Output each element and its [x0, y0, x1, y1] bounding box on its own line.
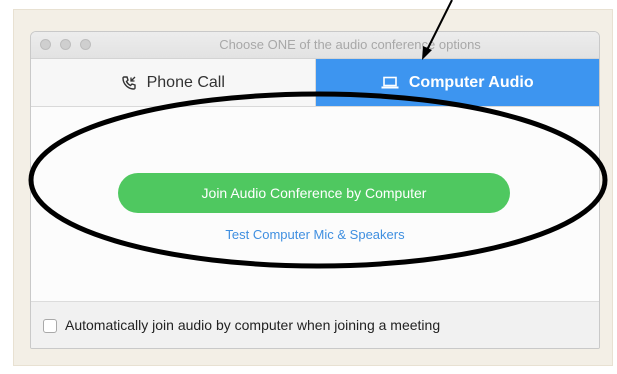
dialog-footer: Automatically join audio by computer whe…: [31, 301, 599, 348]
tab-computer-audio-label: Computer Audio: [408, 73, 534, 91]
minimize-window-button[interactable]: [60, 39, 71, 50]
test-mic-speakers-link[interactable]: Test Computer Mic & Speakers: [31, 227, 599, 242]
tab-phone-call[interactable]: Phone Call: [31, 59, 316, 106]
window-title: Choose ONE of the audio conference optio…: [219, 37, 481, 52]
title-bar: Choose ONE of the audio conference optio…: [31, 32, 599, 59]
tab-phone-call-label: Phone Call: [146, 73, 225, 91]
join-audio-by-computer-button[interactable]: Join Audio Conference by Computer: [118, 173, 510, 213]
tab-computer-audio[interactable]: Computer Audio: [315, 59, 599, 106]
phone-icon: [121, 75, 137, 91]
laptop-icon: [381, 76, 399, 90]
auto-join-checkbox[interactable]: [43, 319, 57, 333]
auto-join-label: Automatically join audio by computer whe…: [65, 317, 441, 333]
zoom-window-button[interactable]: [80, 39, 91, 50]
audio-options-dialog: Choose ONE of the audio conference optio…: [30, 31, 600, 349]
audio-tabs: Phone Call Computer Audio: [31, 59, 599, 107]
close-window-button[interactable]: [40, 39, 51, 50]
